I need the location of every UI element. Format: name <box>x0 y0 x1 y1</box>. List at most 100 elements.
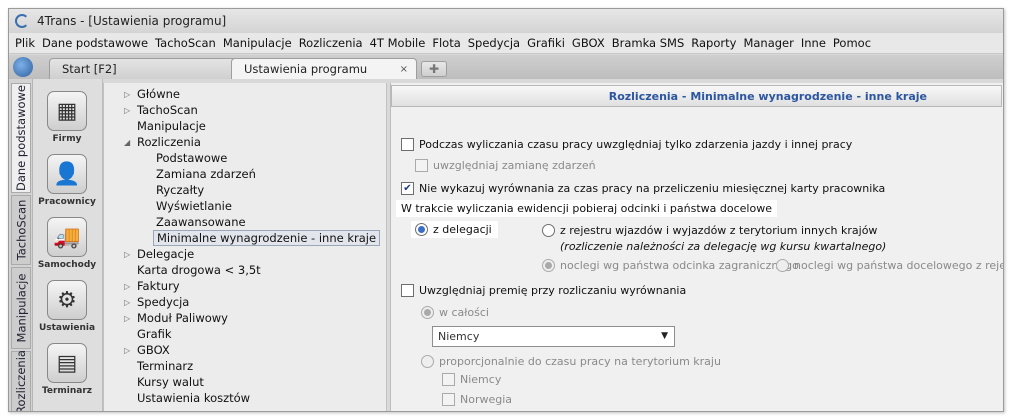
tree-item-glowne[interactable]: Główne <box>137 87 180 101</box>
option-bonus[interactable]: Uwzględniaj premię przy rozliczaniu wyró… <box>401 284 686 297</box>
menu-pomoc[interactable]: Pomoc <box>833 36 871 50</box>
country-1-checkbox[interactable] <box>442 373 455 386</box>
tree-item-terminarz[interactable]: Terminarz <box>137 359 193 373</box>
select-value: Niemcy <box>438 330 480 343</box>
tree-item-rozliczenia[interactable]: Rozliczenia <box>137 135 201 149</box>
proportional-radio[interactable] <box>421 355 434 368</box>
tree-item-spedycja[interactable]: Spedycja <box>137 295 189 309</box>
tree-item-grafik[interactable]: Grafik <box>137 327 172 341</box>
tree-item-zamiana-zdarzen[interactable]: Zamiana zdarzeń <box>156 167 256 181</box>
option-label: noclegi wg państwa odcinka zagranicznego <box>560 259 799 272</box>
country-2-checkbox[interactable] <box>442 393 455 406</box>
tree-item-modul-paliwowy[interactable]: Moduł Paliwowy <box>137 311 228 325</box>
note-text: (rozliczenie należności za delegację wg … <box>560 240 887 253</box>
tree-item-podstawowe[interactable]: Podstawowe <box>156 151 227 165</box>
option-country-1[interactable]: Niemcy <box>442 373 501 386</box>
expand-arrow-icon[interactable]: ▷ <box>124 314 130 323</box>
option-from-register[interactable]: z rejestru wjazdów i wyjazdów z terytori… <box>542 224 877 237</box>
tab-settings[interactable]: Ustawienia programu × <box>231 58 417 79</box>
menu-manipulacje[interactable]: Manipulacje <box>223 36 292 50</box>
expand-arrow-icon[interactable]: ▷ <box>124 106 130 115</box>
bonus-checkbox[interactable] <box>401 284 414 297</box>
vertical-tabs: Dane podstawowe TachoScan Manipulacje Ro… <box>9 79 33 411</box>
nav-samochody[interactable]: 🚚 Samochody <box>33 217 101 270</box>
tree-item-zaawansowane[interactable]: Zaawansowane <box>156 215 246 229</box>
tree-item-tachoscan[interactable]: TachoScan <box>137 103 198 117</box>
menu-tachoscan[interactable]: TachoScan <box>155 36 216 50</box>
app-window: 4Trans - [Ustawienia programu] Plik Dane… <box>8 8 1004 412</box>
from-register-radio[interactable] <box>542 224 555 237</box>
option-proportional[interactable]: proporcjonalnie do czasu pracy na teryto… <box>421 355 721 368</box>
option-work-time[interactable]: Podczas wyliczania czasu pracy uwzględni… <box>401 138 852 151</box>
expand-arrow-icon[interactable]: ▷ <box>124 346 130 355</box>
truck-icon: 🚚 <box>47 217 87 257</box>
tree-item-wyswietlanie[interactable]: Wyświetlanie <box>156 199 232 213</box>
nav-terminarz[interactable]: ▤ Terminarz <box>33 343 101 396</box>
option-event-swap[interactable]: uwzględniaj zamianę zdarzeń <box>415 159 596 172</box>
event-swap-checkbox[interactable] <box>415 159 428 172</box>
option-label: Nie wykazuj wyrównania za czas pracy na … <box>419 182 886 195</box>
menu-bramka-sms[interactable]: Bramka SMS <box>612 36 685 50</box>
option-label: Podczas wyliczania czasu pracy uwzględni… <box>419 138 853 151</box>
tab-label: Start [F2] <box>62 62 117 76</box>
whole-radio[interactable] <box>421 306 434 319</box>
tree-item-delegacje[interactable]: Delegacje <box>137 247 194 261</box>
menu-inne[interactable]: Inne <box>801 36 826 50</box>
vtab-label: Dane podstawowe <box>14 84 28 192</box>
menu-rozliczenia[interactable]: Rozliczenia <box>299 36 363 50</box>
menu-raporty[interactable]: Raporty <box>691 36 736 50</box>
tree-item-ustawienia-kosztow[interactable]: Ustawienia kosztów <box>137 391 250 405</box>
vtab-label: TachoScan <box>14 199 28 261</box>
nav-firmy[interactable]: ▦ Firmy <box>33 91 101 144</box>
menu-manager[interactable]: Manager <box>743 36 793 50</box>
nights-register-radio[interactable] <box>776 259 789 272</box>
vtab-rozliczenia[interactable]: Rozliczenia <box>11 350 31 411</box>
tree-item-gbox[interactable]: GBOX <box>137 343 170 357</box>
option-nights-segment[interactable]: noclegi wg państwa odcinka zagranicznego <box>542 259 799 272</box>
expand-arrow-icon[interactable]: ▷ <box>124 250 130 259</box>
option-label: Niemcy <box>460 373 502 386</box>
no-settlement-checkbox[interactable]: ✔ <box>401 182 414 195</box>
collapse-arrow-icon[interactable]: ◢ <box>124 138 130 147</box>
work-time-checkbox[interactable] <box>401 138 414 151</box>
expand-arrow-icon[interactable]: ▷ <box>124 282 130 291</box>
menu-4t-mobile[interactable]: 4T Mobile <box>370 36 426 50</box>
option-country-2[interactable]: Norwegia <box>442 393 512 406</box>
close-icon[interactable]: × <box>400 64 408 75</box>
panel-title: Rozliczenia - Minimalne wynagrodzenie - … <box>391 85 1002 107</box>
tree-item-manipulacje[interactable]: Manipulacje <box>137 119 206 133</box>
country-select[interactable]: Niemcy ▼ <box>432 326 675 347</box>
menu-dane-podstawowe[interactable]: Dane podstawowe <box>42 36 148 50</box>
option-from-delegation[interactable]: z delegacji <box>411 221 498 238</box>
nights-segment-radio[interactable] <box>542 259 555 272</box>
menu-spedycja[interactable]: Spedycja <box>468 36 520 50</box>
from-delegation-radio[interactable] <box>415 223 428 236</box>
option-whole[interactable]: w całości <box>421 306 489 319</box>
option-label: Norwegia <box>460 393 513 406</box>
tab-start[interactable]: Start [F2] <box>49 58 237 79</box>
menu-flota[interactable]: Flota <box>432 36 460 50</box>
nav-ustawienia[interactable]: ⚙ Ustawienia <box>33 280 101 333</box>
vtab-dane-podstawowe[interactable]: Dane podstawowe <box>11 83 31 193</box>
tree-item-faktury[interactable]: Faktury <box>137 279 180 293</box>
menu-gbox[interactable]: GBOX <box>572 36 605 50</box>
nav-pracownicy[interactable]: 👤 Pracownicy <box>33 154 101 207</box>
radio-selected-dot <box>424 309 431 316</box>
title-bar: 4Trans - [Ustawienia programu] <box>9 9 1003 33</box>
new-tab-button[interactable]: ✚ <box>421 61 447 77</box>
tree-item-kursy-walut[interactable]: Kursy walut <box>137 375 204 389</box>
vtab-manipulacje[interactable]: Manipulacje <box>11 267 31 349</box>
option-nights-register[interactable]: noclegi wg państwa docelowego z rejestru <box>776 259 1003 272</box>
expand-arrow-icon[interactable]: ▷ <box>124 90 130 99</box>
vtab-label: Manipulacje <box>14 273 29 343</box>
vtab-tachoscan[interactable]: TachoScan <box>11 195 31 265</box>
option-no-settlement[interactable]: ✔ Nie wykazuj wyrównania za czas pracy n… <box>401 182 885 195</box>
expand-arrow-icon[interactable]: ▷ <box>124 298 130 307</box>
plus-icon: ✚ <box>428 62 440 76</box>
tree-item-karta-drogowa[interactable]: Karta drogowa < 3,5t <box>137 263 261 277</box>
tree-item-minimalne-wynagrodzenie[interactable]: Minimalne wynagrodzenie - inne kraje <box>153 230 381 246</box>
tree-item-ryczalty[interactable]: Ryczałty <box>156 183 204 197</box>
module-nav: ▦ Firmy 👤 Pracownicy 🚚 Samochody ⚙ Ustaw… <box>33 79 103 411</box>
menu-plik[interactable]: Plik <box>15 36 35 50</box>
menu-grafiki[interactable]: Grafiki <box>527 36 565 50</box>
